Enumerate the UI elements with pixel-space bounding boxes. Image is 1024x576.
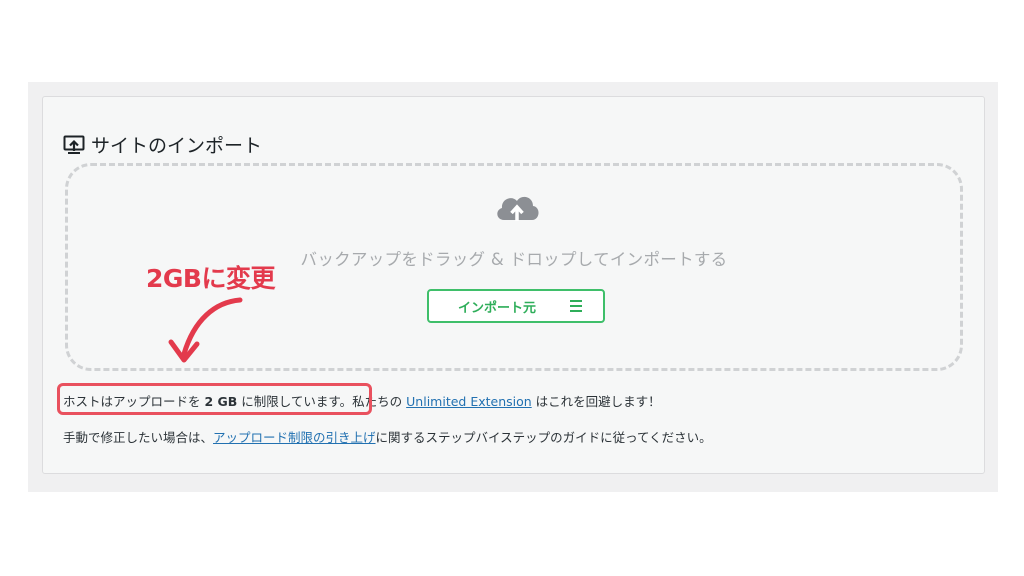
manual-fix-notice: 手動で修正したい場合は、アップロード制限の引き上げに関するステップバイステップの… — [63, 427, 712, 446]
unlimited-extension-link[interactable]: Unlimited Extension — [406, 394, 532, 409]
cloud-upload-icon — [492, 190, 542, 234]
card-title: サイトのインポート — [63, 131, 262, 158]
manual-text-pre: 手動で修正したい場合は、 — [63, 430, 214, 445]
import-from-button[interactable]: インポート元 — [427, 289, 605, 323]
page-title: サイトのインポート — [91, 135, 263, 157]
raise-upload-limit-link[interactable]: アップロード制限の引き上げ — [213, 430, 376, 445]
import-from-button-label: インポート元 — [457, 300, 536, 316]
notice-text-end: はこれを回避します！ — [531, 394, 661, 409]
annotation-label: 2GBに変更 — [146, 264, 275, 293]
annotation-highlight-box — [57, 383, 372, 415]
annotation-arrow-icon — [160, 292, 250, 376]
menu-icon — [570, 300, 582, 312]
manual-text-end: に関するステップバイステップのガイドに従ってください。 — [375, 430, 712, 445]
import-site-icon — [63, 135, 85, 155]
